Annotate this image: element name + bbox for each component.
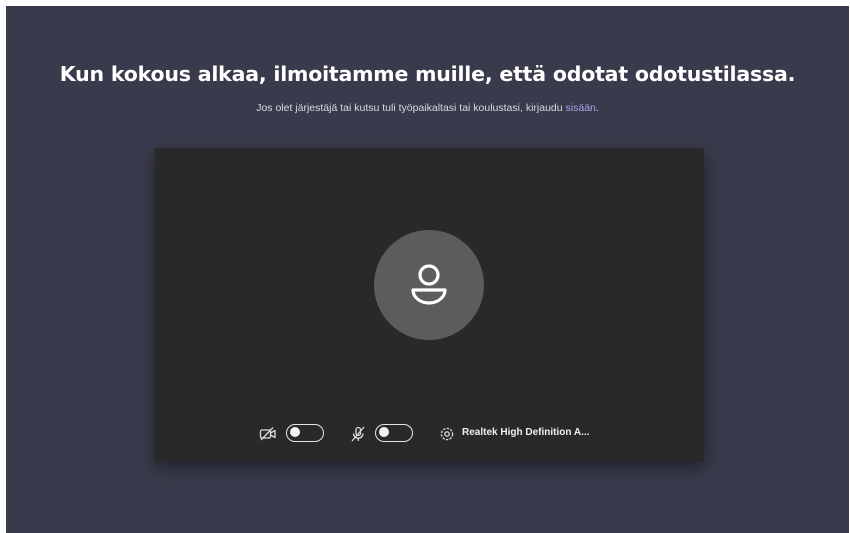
mic-toggle-knob xyxy=(379,427,389,438)
person-icon xyxy=(411,264,447,305)
device-controls: Realtek High Definition A... xyxy=(155,422,704,446)
mic-toggle[interactable] xyxy=(375,424,413,442)
signin-hint-end: . xyxy=(595,102,599,114)
page-title: Kun kokous alkaa, ilmoitamme muille, ett… xyxy=(59,62,796,86)
video-off-icon[interactable] xyxy=(259,426,277,442)
video-toggle[interactable] xyxy=(286,424,324,442)
signin-hint-text: Jos olet järjestäjä tai kutsu tuli työpa… xyxy=(256,102,566,114)
signin-link[interactable]: sisään xyxy=(566,102,596,114)
gear-icon[interactable] xyxy=(438,426,456,442)
signin-hint: Jos olet järjestäjä tai kutsu tuli työpa… xyxy=(6,102,849,114)
avatar xyxy=(374,230,484,340)
waiting-room-screen: Kun kokous alkaa, ilmoitamme muille, ett… xyxy=(6,6,849,533)
mic-off-icon[interactable] xyxy=(349,426,367,442)
video-toggle-knob xyxy=(290,427,300,438)
audio-device-select[interactable]: Realtek High Definition A... xyxy=(462,427,589,438)
video-preview: Realtek High Definition A... xyxy=(155,148,704,461)
